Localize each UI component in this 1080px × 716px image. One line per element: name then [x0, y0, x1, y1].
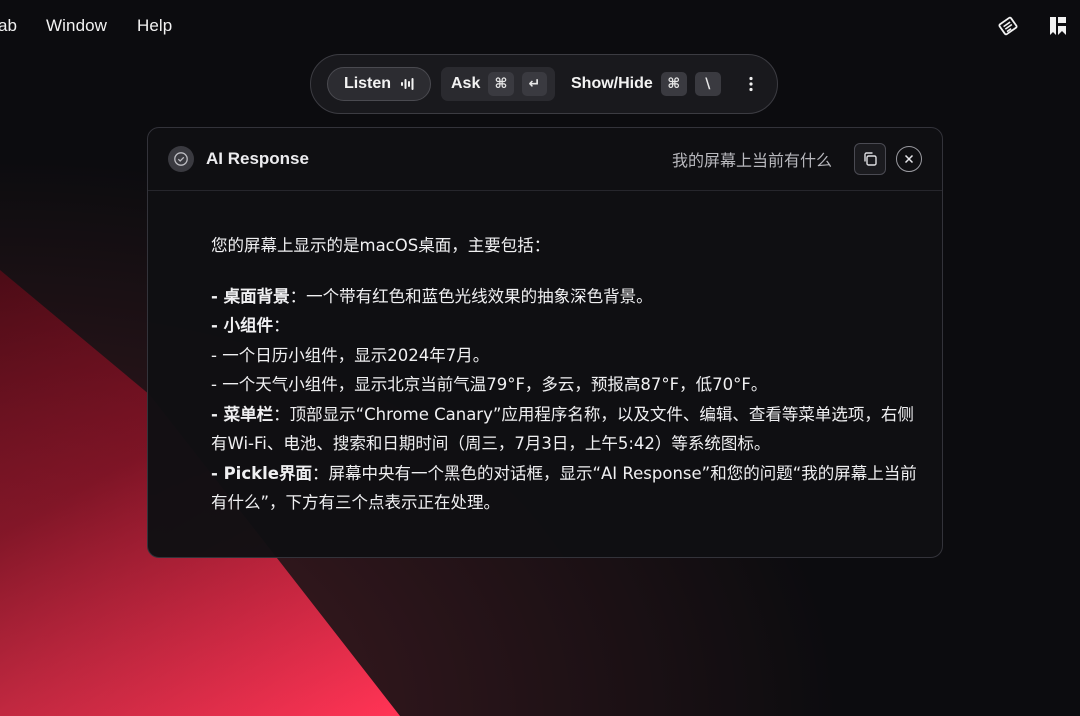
list-item: - Pickle界面：屏幕中央有一个黑色的对话框，显示“AI Response”…: [211, 459, 917, 518]
response-intro: 您的屏幕上显示的是macOS桌面，主要包括：: [211, 236, 551, 255]
item-prefix: -: [211, 286, 224, 306]
item-text: ：: [273, 316, 290, 335]
backslash-key-icon: \: [694, 72, 721, 96]
item-prefix: -: [211, 404, 224, 424]
panel-header: AI Response 我的屏幕上当前有什么: [148, 128, 942, 191]
listen-label: Listen: [343, 75, 392, 92]
list-item: - 一个日历小组件，显示2024年7月。: [211, 341, 917, 371]
ask-label: Ask: [451, 75, 481, 92]
command-key-icon: ⌘: [488, 72, 514, 96]
item-text: ：屏幕中央有一个黑色的对话框，显示“AI Response”和您的问题“我的屏幕…: [211, 463, 917, 513]
pickle-toolbar: Listen Ask ⌘ ↵ Show/Hide ⌘ \: [310, 54, 778, 114]
bookmark-icon[interactable]: [1046, 14, 1070, 38]
item-heading: 菜单栏: [223, 404, 274, 424]
check-circle-icon: [168, 146, 194, 172]
copy-icon[interactable]: [854, 143, 886, 175]
item-text: - 一个天气小组件，显示北京当前气温79°F，多云，预报高87°F，低70°F。: [211, 375, 768, 394]
item-text: ：一个带有红色和蓝色光线效果的抽象深色背景。: [289, 286, 653, 306]
list-item: - 桌面背景：一个带有红色和蓝色光线效果的抽象深色背景。: [211, 282, 917, 312]
menu-bar: ab Window Help: [0, 0, 1080, 52]
item-prefix: -: [211, 463, 224, 483]
item-heading: 桌面背景: [223, 286, 290, 306]
ai-response-panel: AI Response 我的屏幕上当前有什么 您的屏幕上显示的是macOS桌面，…: [147, 127, 943, 558]
ask-button[interactable]: Ask ⌘ ↵: [441, 67, 555, 101]
user-question: 我的屏幕上当前有什么: [671, 151, 832, 170]
listen-button[interactable]: Listen: [327, 67, 431, 101]
list-item: - 一个天气小组件，显示北京当前气温79°F，多云，预报高87°F，低70°F。: [211, 370, 917, 400]
return-key-icon: ↵: [521, 72, 547, 96]
close-icon[interactable]: [896, 146, 922, 172]
response-body: 您的屏幕上显示的是macOS桌面，主要包括： - 桌面背景：一个带有红色和蓝色光…: [211, 231, 917, 518]
menu-item-tab[interactable]: ab: [0, 16, 17, 36]
item-text: ：顶部显示“Chrome Canary”应用程序名称，以及文件、编辑、查看等菜单…: [211, 404, 914, 454]
list-item: - 小组件：: [211, 311, 917, 341]
item-heading: 小组件: [223, 316, 274, 335]
audio-waveform-icon: [401, 78, 414, 90]
panel-title: AI Response: [206, 149, 309, 168]
list-item: - 菜单栏：顶部显示“Chrome Canary”应用程序名称，以及文件、编辑、…: [211, 400, 917, 459]
command-key-icon: ⌘: [660, 72, 687, 96]
item-heading: Pickle界面: [223, 463, 312, 483]
show-hide-button[interactable]: Show/Hide ⌘ \: [571, 72, 721, 96]
vertical-ellipsis-icon[interactable]: [743, 72, 759, 96]
show-hide-label: Show/Hide: [571, 75, 653, 92]
item-text: - 一个日历小组件，显示2024年7月。: [211, 345, 490, 365]
menu-item-help[interactable]: Help: [137, 16, 172, 36]
script-editor-icon[interactable]: [996, 14, 1020, 38]
item-prefix: -: [211, 316, 224, 335]
desktop: ab Window Help Listen Ask ⌘ ↵ Show/Hide …: [0, 0, 1080, 716]
menu-item-window[interactable]: Window: [46, 16, 107, 36]
